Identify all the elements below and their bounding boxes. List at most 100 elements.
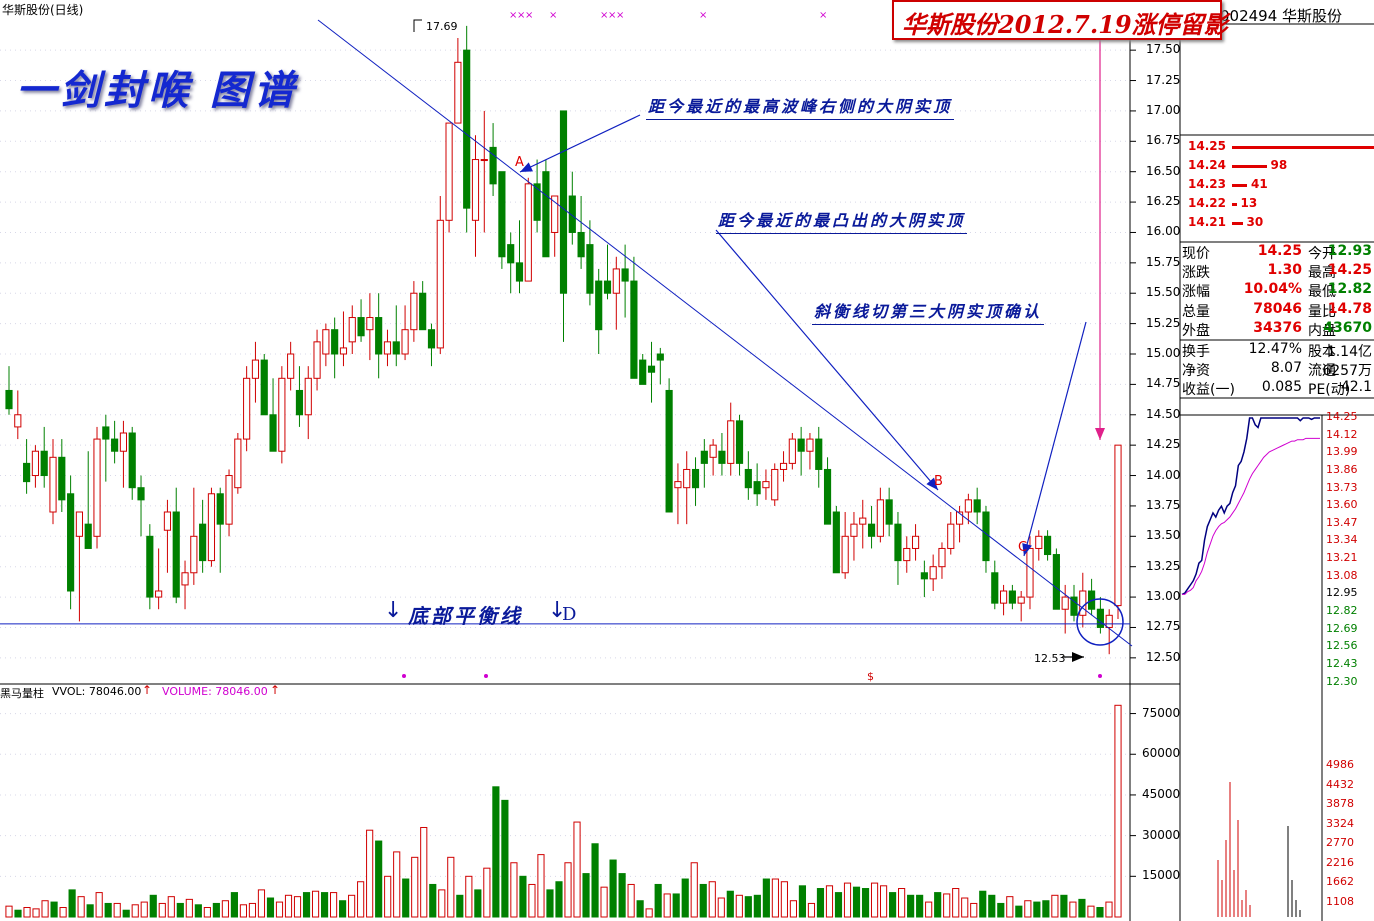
volume-bar[interactable]	[158, 902, 166, 918]
volume-bar[interactable]	[41, 900, 49, 918]
candle[interactable]	[40, 450, 48, 477]
volume-bar[interactable]	[239, 904, 248, 918]
volume-bar[interactable]	[32, 908, 40, 918]
volume-bar[interactable]	[681, 878, 689, 918]
volume-bar[interactable]	[798, 885, 807, 918]
candle[interactable]	[339, 347, 348, 355]
candle[interactable]	[727, 420, 735, 464]
candle[interactable]	[630, 280, 638, 379]
volume-bar[interactable]	[916, 894, 924, 918]
volume-bar[interactable]	[627, 883, 635, 918]
candle[interactable]	[788, 438, 796, 464]
volume-bar[interactable]	[302, 892, 311, 918]
candle[interactable]	[718, 450, 726, 464]
volume-bar[interactable]	[284, 894, 293, 918]
candle[interactable]	[929, 566, 937, 580]
candle[interactable]	[894, 523, 902, 562]
volume-bar[interactable]	[393, 851, 401, 918]
volume-bar[interactable]	[519, 875, 527, 918]
candle[interactable]	[5, 389, 13, 410]
volume-bar[interactable]	[564, 862, 572, 918]
candle[interactable]	[665, 389, 673, 513]
candle[interactable]	[1008, 590, 1016, 604]
candle[interactable]	[771, 468, 779, 501]
volume-bar[interactable]	[907, 894, 915, 918]
volume-bar[interactable]	[889, 892, 897, 918]
volume-bar[interactable]	[870, 882, 879, 918]
volume-bar[interactable]	[609, 859, 617, 918]
volume-bar[interactable]	[465, 875, 473, 918]
volume-bar[interactable]	[699, 883, 707, 918]
candle[interactable]	[137, 487, 145, 501]
volume-bar[interactable]	[663, 893, 671, 918]
volume-bar[interactable]	[789, 900, 797, 918]
intraday-avg-line[interactable]	[1182, 437, 1320, 595]
volume-bar[interactable]	[988, 894, 996, 918]
candle[interactable]	[225, 475, 233, 525]
candle[interactable]	[515, 262, 524, 282]
volume-bar[interactable]	[230, 892, 238, 918]
candle[interactable]	[762, 481, 770, 489]
candle[interactable]	[841, 535, 849, 574]
candle[interactable]	[287, 353, 295, 379]
volume-bar[interactable]	[1114, 704, 1122, 918]
volume-bar[interactable]	[537, 854, 545, 918]
candle[interactable]	[419, 292, 427, 331]
candle[interactable]	[903, 547, 911, 562]
candle[interactable]	[823, 468, 832, 525]
candle[interactable]	[190, 535, 198, 574]
candle[interactable]	[1105, 614, 1113, 628]
volume-bar[interactable]	[266, 897, 275, 918]
candle[interactable]	[850, 523, 858, 537]
volume-bar[interactable]	[934, 892, 942, 918]
volume-bar[interactable]	[77, 896, 85, 918]
volume-bar[interactable]	[311, 890, 320, 918]
volume-bar[interactable]	[402, 878, 410, 918]
candle[interactable]	[815, 438, 823, 470]
candle[interactable]	[199, 523, 207, 562]
volume-bar[interactable]	[510, 862, 518, 918]
volume-bar[interactable]	[456, 894, 464, 918]
candle[interactable]	[295, 389, 304, 416]
volume-bar[interactable]	[1105, 901, 1113, 918]
volume-bar[interactable]	[14, 909, 22, 918]
volume-bar[interactable]	[861, 888, 870, 918]
candle[interactable]	[656, 353, 664, 361]
candle[interactable]	[920, 572, 928, 580]
candle[interactable]	[49, 456, 57, 513]
volume-bar[interactable]	[420, 826, 428, 918]
candle[interactable]	[410, 292, 418, 331]
candle[interactable]	[1017, 596, 1025, 604]
candle[interactable]	[436, 219, 444, 349]
candle[interactable]	[1096, 608, 1104, 628]
volume-chart[interactable]	[5, 704, 1122, 918]
candle[interactable]	[181, 572, 189, 586]
candle[interactable]	[463, 49, 471, 209]
volume-bar[interactable]	[384, 875, 392, 918]
volume-bar[interactable]	[339, 900, 347, 918]
candle[interactable]	[331, 329, 339, 355]
volume-bar[interactable]	[320, 892, 329, 918]
candle[interactable]	[559, 110, 568, 294]
candle[interactable]	[172, 511, 180, 598]
volume-bar[interactable]	[708, 881, 716, 918]
volume-bar[interactable]	[618, 873, 626, 918]
candle[interactable]	[1114, 444, 1122, 607]
candle[interactable]	[119, 432, 128, 452]
volume-bar[interactable]	[546, 889, 554, 918]
volume-bar[interactable]	[275, 901, 284, 918]
candle[interactable]	[498, 171, 506, 258]
candle[interactable]	[427, 329, 436, 349]
volume-bar[interactable]	[492, 786, 500, 918]
candle[interactable]	[885, 499, 893, 525]
candle[interactable]	[58, 456, 66, 501]
candle[interactable]	[991, 572, 999, 604]
candle[interactable]	[304, 377, 312, 416]
candle[interactable]	[383, 341, 392, 355]
candle[interactable]	[163, 511, 172, 531]
candle[interactable]	[647, 365, 656, 373]
volume-bar[interactable]	[23, 907, 31, 918]
volume-bar[interactable]	[645, 908, 653, 918]
candle[interactable]	[674, 481, 682, 489]
candle[interactable]	[947, 523, 955, 549]
